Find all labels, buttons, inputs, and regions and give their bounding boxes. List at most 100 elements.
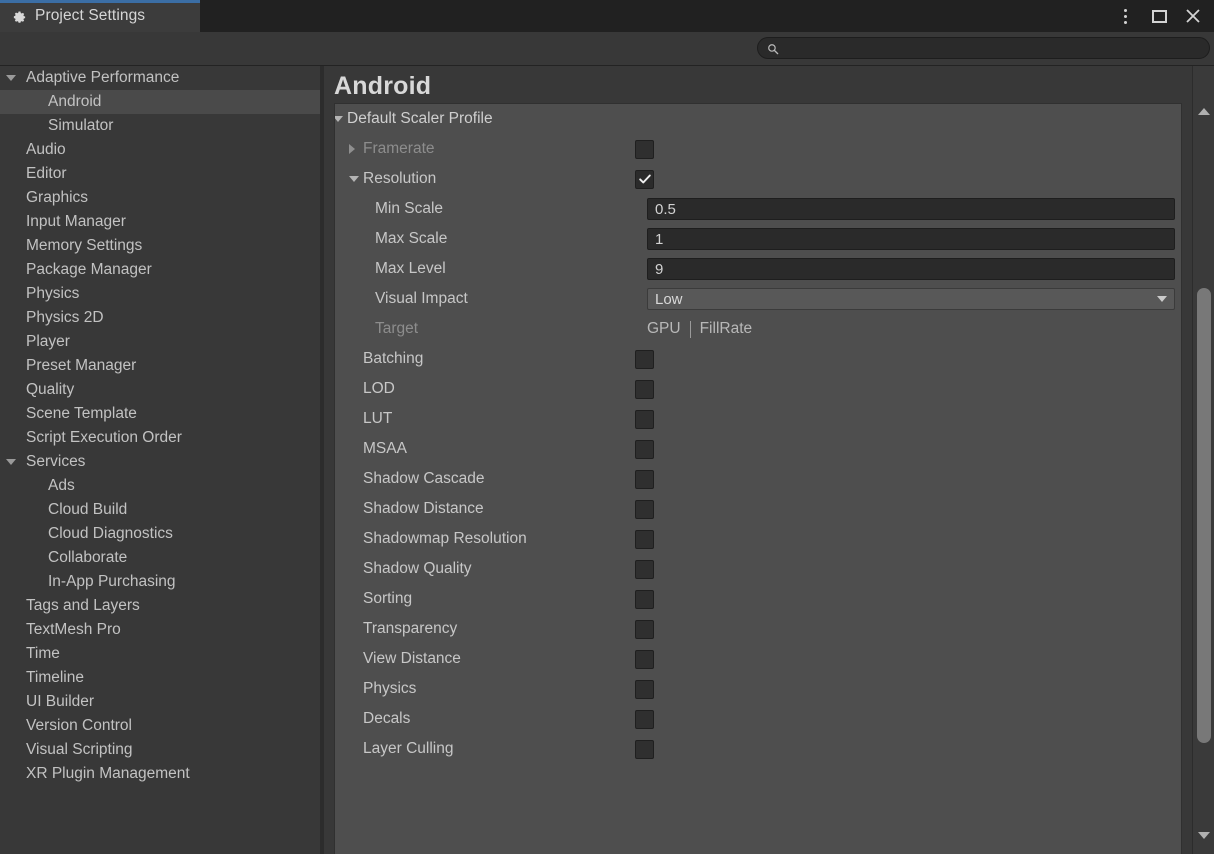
sidebar-item-physics[interactable]: Physics bbox=[0, 282, 320, 306]
kebab-menu-icon[interactable] bbox=[1110, 1, 1140, 31]
chevron-down-icon[interactable] bbox=[6, 459, 16, 465]
checkbox-decals[interactable] bbox=[635, 710, 654, 729]
checkbox-lod[interactable] bbox=[635, 380, 654, 399]
property-row-max-scale: Max Scale bbox=[335, 224, 1181, 254]
scroll-down-arrow-icon[interactable] bbox=[1193, 826, 1214, 844]
field-max-level[interactable] bbox=[647, 258, 1175, 280]
sidebar-item-script-execution-order[interactable]: Script Execution Order bbox=[0, 426, 320, 450]
sidebar-item-label: TextMesh Pro bbox=[0, 621, 121, 639]
input-max-level[interactable] bbox=[655, 261, 1174, 278]
sidebar-item-cloud-diagnostics[interactable]: Cloud Diagnostics bbox=[0, 522, 320, 546]
field-max-scale[interactable] bbox=[647, 228, 1175, 250]
sidebar-item-label: Input Manager bbox=[0, 213, 126, 231]
sidebar-item-xr-plugin-management[interactable]: XR Plugin Management bbox=[0, 762, 320, 786]
scroll-up-arrow-icon[interactable] bbox=[1193, 102, 1214, 120]
target-gpu-value: GPU bbox=[647, 320, 681, 338]
tab-label: Project Settings bbox=[35, 7, 145, 25]
sidebar-item-label: Timeline bbox=[0, 669, 84, 687]
sidebar-item-collaborate[interactable]: Collaborate bbox=[0, 546, 320, 570]
gear-icon bbox=[12, 9, 27, 24]
close-icon[interactable] bbox=[1178, 1, 1208, 31]
sidebar-item-services[interactable]: Services bbox=[0, 450, 320, 474]
checkbox-view-distance[interactable] bbox=[635, 650, 654, 669]
sidebar-item-adaptive-performance[interactable]: Adaptive Performance bbox=[0, 66, 320, 90]
sidebar-item-cloud-build[interactable]: Cloud Build bbox=[0, 498, 320, 522]
property-rows: Default Scaler ProfileFramerateResolutio… bbox=[335, 104, 1181, 854]
tab-project-settings[interactable]: Project Settings bbox=[0, 0, 200, 32]
dropdown-value: Low bbox=[655, 291, 1157, 308]
property-row-lod: LOD bbox=[335, 374, 1181, 404]
sidebar-item-timeline[interactable]: Timeline bbox=[0, 666, 320, 690]
search-box[interactable] bbox=[757, 37, 1210, 59]
property-label: MSAA bbox=[335, 440, 407, 458]
checkbox-transparency[interactable] bbox=[635, 620, 654, 639]
property-row-visual-impact: Visual ImpactLow bbox=[335, 284, 1181, 314]
field-min-scale[interactable] bbox=[647, 198, 1175, 220]
property-row-default-scaler-profile: Default Scaler Profile bbox=[335, 104, 1181, 134]
sidebar-item-preset-manager[interactable]: Preset Manager bbox=[0, 354, 320, 378]
sidebar-item-label: Audio bbox=[0, 141, 66, 159]
checkbox-shadow-cascade[interactable] bbox=[635, 470, 654, 489]
checkbox-layer-culling[interactable] bbox=[635, 740, 654, 759]
sidebar-item-tags-and-layers[interactable]: Tags and Layers bbox=[0, 594, 320, 618]
sidebar-item-label: Simulator bbox=[0, 117, 113, 135]
sidebar-item-label: Android bbox=[0, 93, 101, 111]
sidebar-item-scene-template[interactable]: Scene Template bbox=[0, 402, 320, 426]
sidebar-item-time[interactable]: Time bbox=[0, 642, 320, 666]
chevron-down-icon[interactable] bbox=[335, 116, 343, 122]
property-label: Batching bbox=[335, 350, 423, 368]
sidebar-item-version-control[interactable]: Version Control bbox=[0, 714, 320, 738]
sidebar-item-android[interactable]: Android bbox=[0, 90, 320, 114]
sidebar-item-simulator[interactable]: Simulator bbox=[0, 114, 320, 138]
sidebar-item-label: Memory Settings bbox=[0, 237, 142, 255]
property-row-min-scale: Min Scale bbox=[335, 194, 1181, 224]
property-row-shadow-distance: Shadow Distance bbox=[335, 494, 1181, 524]
checkbox-sorting[interactable] bbox=[635, 590, 654, 609]
property-row-resolution: Resolution bbox=[335, 164, 1181, 194]
chevron-down-icon[interactable] bbox=[6, 75, 16, 81]
sidebar-item-editor[interactable]: Editor bbox=[0, 162, 320, 186]
vertical-scrollbar[interactable] bbox=[1192, 66, 1214, 854]
input-min-scale[interactable] bbox=[655, 201, 1174, 218]
sidebar-item-textmesh-pro[interactable]: TextMesh Pro bbox=[0, 618, 320, 642]
maximize-icon[interactable] bbox=[1144, 1, 1174, 31]
sidebar-item-label: In-App Purchasing bbox=[0, 573, 176, 591]
sidebar-item-graphics[interactable]: Graphics bbox=[0, 186, 320, 210]
search-input[interactable] bbox=[779, 41, 1209, 55]
sidebar-item-player[interactable]: Player bbox=[0, 330, 320, 354]
sidebar-item-audio[interactable]: Audio bbox=[0, 138, 320, 162]
checkbox-shadow-quality[interactable] bbox=[635, 560, 654, 579]
sidebar-item-ads[interactable]: Ads bbox=[0, 474, 320, 498]
checkbox-msaa[interactable] bbox=[635, 440, 654, 459]
checkbox-shadowmap-resolution[interactable] bbox=[635, 530, 654, 549]
settings-category-tree[interactable]: Adaptive Performance Android Simulator Audi… bbox=[0, 66, 320, 854]
checkbox-physics[interactable] bbox=[635, 680, 654, 699]
sidebar-item-input-manager[interactable]: Input Manager bbox=[0, 210, 320, 234]
sidebar-item-memory-settings[interactable]: Memory Settings bbox=[0, 234, 320, 258]
sidebar-item-label: Physics bbox=[0, 285, 79, 303]
sidebar-item-label: Player bbox=[0, 333, 70, 351]
checkbox-batching[interactable] bbox=[635, 350, 654, 369]
chevron-right-icon[interactable] bbox=[349, 144, 355, 154]
input-max-scale[interactable] bbox=[655, 231, 1174, 248]
checkbox-framerate[interactable] bbox=[635, 140, 654, 159]
checkbox-resolution[interactable] bbox=[635, 170, 654, 189]
sidebar-item-label: Ads bbox=[0, 477, 75, 495]
checkbox-shadow-distance[interactable] bbox=[635, 500, 654, 519]
dropdown-visual-impact[interactable]: Low bbox=[647, 288, 1175, 310]
sidebar-item-package-manager[interactable]: Package Manager bbox=[0, 258, 320, 282]
property-label: Transparency bbox=[335, 620, 457, 638]
property-label: Shadow Quality bbox=[335, 560, 472, 578]
sidebar-item-label: Quality bbox=[0, 381, 74, 399]
chevron-down-icon[interactable] bbox=[349, 176, 359, 182]
sidebar-item-ui-builder[interactable]: UI Builder bbox=[0, 690, 320, 714]
property-row-max-level: Max Level bbox=[335, 254, 1181, 284]
property-row-sorting: Sorting bbox=[335, 584, 1181, 614]
checkbox-lut[interactable] bbox=[635, 410, 654, 429]
sidebar-item-in-app-purchasing[interactable]: In-App Purchasing bbox=[0, 570, 320, 594]
sidebar-item-physics-2d[interactable]: Physics 2D bbox=[0, 306, 320, 330]
sidebar-item-visual-scripting[interactable]: Visual Scripting bbox=[0, 738, 320, 762]
sidebar-item-quality[interactable]: Quality bbox=[0, 378, 320, 402]
vertical-scrollbar-thumb[interactable] bbox=[1197, 288, 1211, 743]
property-label: LOD bbox=[335, 380, 395, 398]
